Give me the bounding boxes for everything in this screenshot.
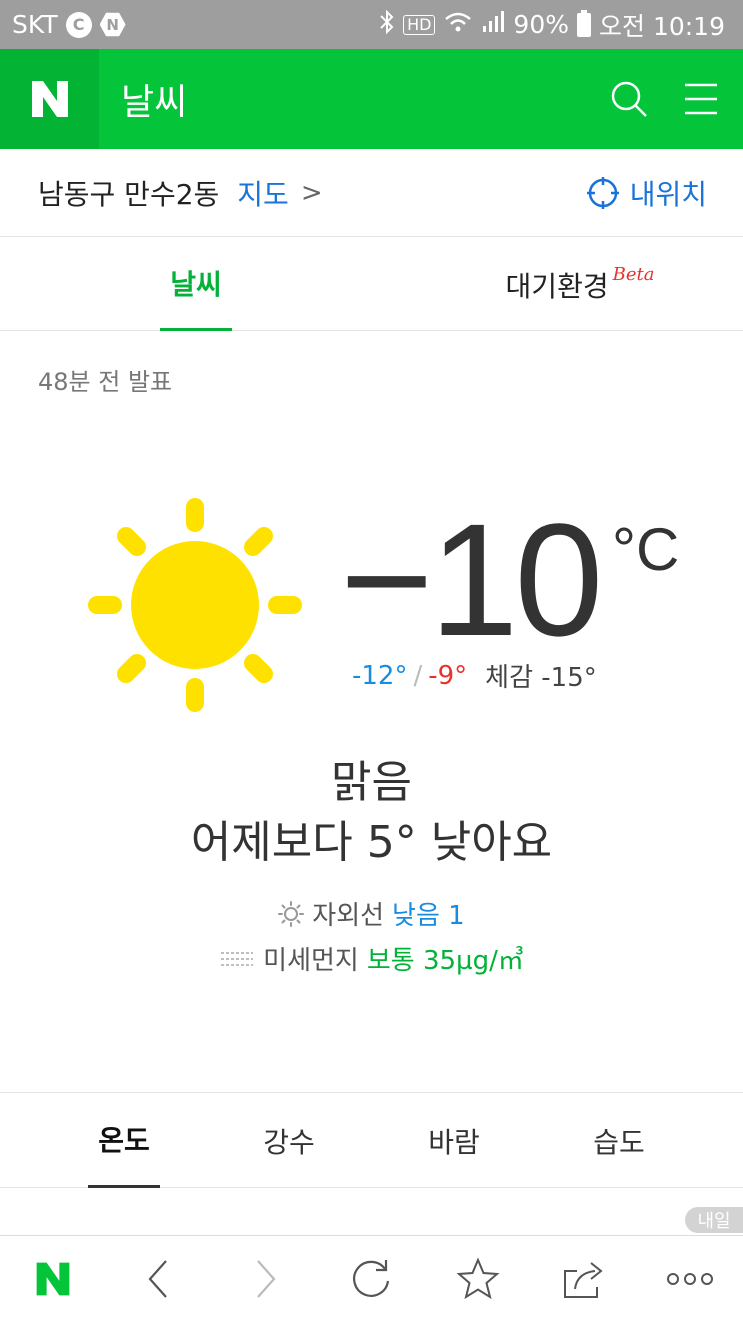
clock: 오전 10:19 [599,11,725,41]
dust-label: 미세먼지 [263,946,359,976]
tab-temperature[interactable]: 온도 [88,1093,160,1188]
menu-icon [685,83,717,115]
min-max-temperature: -12° / -9° 체감 -15° [352,657,597,694]
max-temperature: -9° [428,660,468,691]
wifi-icon [443,10,473,40]
forward-button[interactable] [230,1244,300,1314]
bluetooth-icon [379,9,395,41]
tab-precipitation[interactable]: 강수 [253,1093,325,1188]
signal-icon [481,10,505,40]
more-icon [666,1272,713,1285]
fine-dust: 미세먼지 보통 35µg/㎥ [0,940,743,977]
chart-tabs: 온도 강수 바람 습도 [0,1093,743,1188]
refresh-button[interactable] [336,1244,406,1314]
sun-icon [80,490,310,724]
naver-logo-button[interactable] [0,49,99,149]
uv-value: 낮음 1 [392,901,465,931]
feels-like-temperature: 체감 -15° [485,663,597,693]
beta-badge: Beta [612,264,655,285]
naver-logo-icon [31,81,68,117]
current-temperature: −10 [340,490,603,669]
uv-index: 자외선 낮음 1 [0,895,743,932]
tab-humidity[interactable]: 습도 [583,1093,655,1188]
my-location-label: 내위치 [629,177,707,211]
forward-icon [257,1259,276,1298]
uv-label: 자외선 [312,901,385,931]
page-title: 날씨 [121,82,188,123]
uv-sun-icon [278,900,305,927]
search-button[interactable] [599,69,659,129]
my-location-button[interactable]: 내위치 [586,173,707,213]
yesterday-comparison: 어제보다 5° 낮아요 [190,817,553,868]
c-icon: C [65,11,92,38]
temperature-separator: / [413,660,423,691]
tab-air-quality[interactable]: 대기환경 Beta [490,238,670,331]
back-icon [148,1259,168,1298]
location-name: 남동구 만수2동 [38,177,220,211]
refresh-icon [353,1259,390,1297]
naver-logo-icon [36,1262,70,1295]
tab-weather[interactable]: 날씨 [160,238,232,331]
bookmark-button[interactable] [443,1244,513,1314]
naver-notification-icon: N [99,12,126,37]
tomorrow-tag: 내일 [685,1207,743,1233]
share-button[interactable] [549,1244,619,1314]
crosshair-icon [586,176,619,209]
naver-home-button[interactable] [18,1244,88,1314]
battery-percent: 90% [513,10,569,39]
menu-button[interactable] [671,69,731,129]
temperature-unit: °C [612,516,680,583]
min-temperature: -12° [352,660,408,691]
app-bar: 날씨 [0,49,743,149]
chevron-right-icon[interactable]: > [301,178,323,208]
weather-condition: 맑음 [331,757,412,808]
battery-icon [577,9,591,37]
carrier-label: SKT [12,10,58,39]
hd-voice-icon: HD [403,14,436,35]
browser-toolbar [0,1235,743,1321]
tab-air-label: 대기환경 [505,269,609,303]
dust-icon [221,951,254,966]
search-icon [611,81,647,117]
status-bar: SKT C N HD 90% 오전 10:19 [0,0,743,49]
weather-tabs: 날씨 대기환경 Beta [0,238,743,331]
more-button[interactable] [655,1244,725,1314]
dust-value: 보통 35µg/㎥ [366,946,524,976]
back-button[interactable] [124,1244,194,1314]
announcement-time: 48분 전 발표 [38,368,173,396]
location-bar: 남동구 만수2동 지도 > 내위치 [0,149,743,237]
bookmark-star-icon [456,1256,500,1299]
share-icon [563,1261,603,1298]
tab-wind[interactable]: 바람 [418,1093,490,1188]
map-link[interactable]: 지도 [237,173,289,213]
